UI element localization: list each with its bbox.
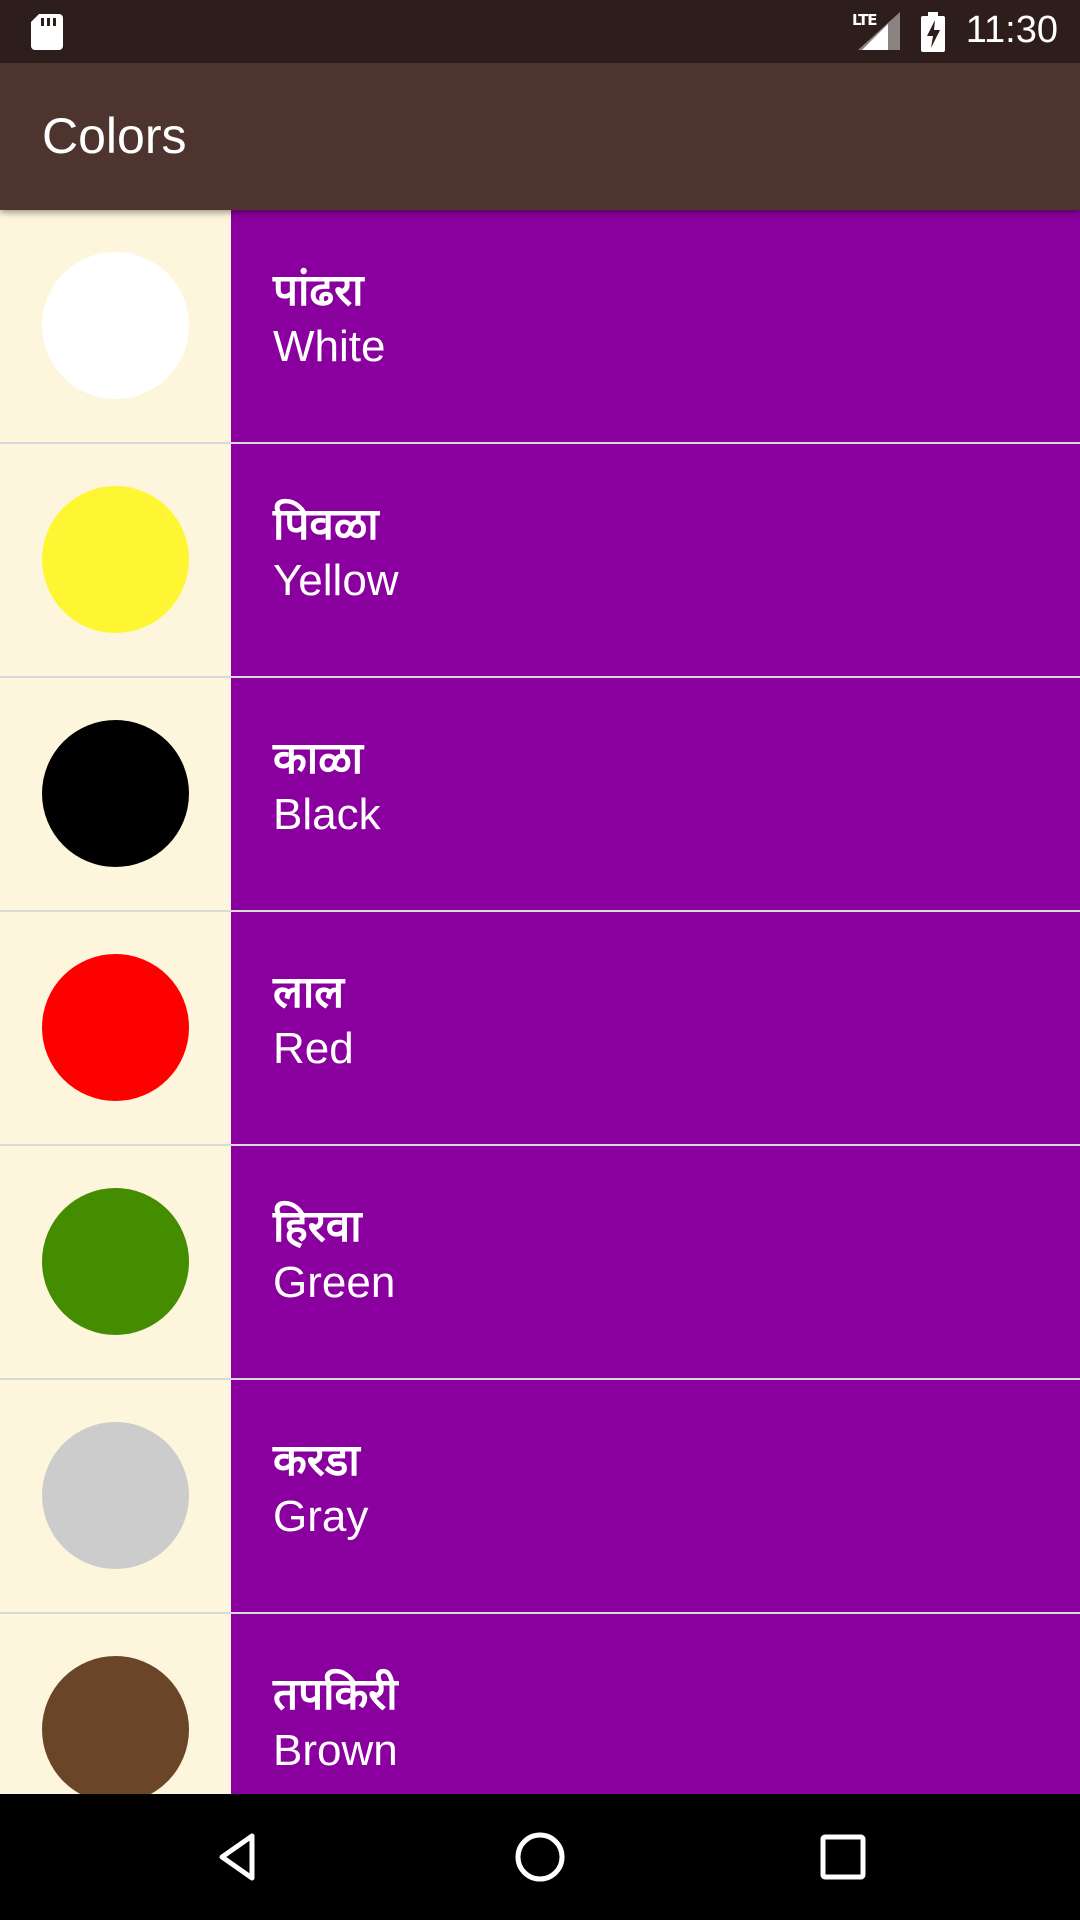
page-title: Colors [42,108,187,164]
list-item-white[interactable]: पांढरा White [0,210,1080,444]
recents-icon[interactable] [810,1824,876,1890]
swatch-cell [0,210,231,442]
text-cell: तपकिरी Brown [231,1614,1080,1794]
english-label: Gray [273,1492,369,1541]
color-list[interactable]: पांढरा White पिवळा Yellow काळा Black लाल… [0,210,1080,1794]
color-swatch [42,1656,189,1794]
english-label: Green [273,1258,396,1307]
marathi-label: काळा [273,733,364,784]
back-icon[interactable] [204,1824,270,1890]
home-icon[interactable] [507,1824,573,1890]
english-label: Red [273,1024,354,1073]
navigation-bar [0,1794,1080,1920]
marathi-label: करडा [273,1435,360,1486]
text-cell: पांढरा White [231,210,1080,442]
clock: 11:30 [965,9,1058,51]
marathi-label: हिरवा [273,1201,362,1252]
text-cell: करडा Gray [231,1380,1080,1612]
signal-icon [858,12,900,50]
swatch-cell [0,1146,231,1378]
marathi-label: पांढरा [273,265,364,316]
list-item-green[interactable]: हिरवा Green [0,1146,1080,1380]
list-item-yellow[interactable]: पिवळा Yellow [0,444,1080,678]
text-cell: हिरवा Green [231,1146,1080,1378]
marathi-label: पिवळा [273,499,379,550]
color-swatch [42,1188,189,1335]
color-swatch [42,252,189,399]
text-cell: काळा Black [231,678,1080,910]
swatch-cell [0,1380,231,1612]
marathi-label: तपकिरी [273,1669,398,1720]
swatch-cell [0,678,231,910]
status-bar: LTE 11:30 [0,0,1080,63]
list-item-red[interactable]: लाल Red [0,912,1080,1146]
text-cell: लाल Red [231,912,1080,1144]
color-swatch [42,954,189,1101]
swatch-cell [0,444,231,676]
text-cell: पिवळा Yellow [231,444,1080,676]
color-swatch [42,720,189,867]
app-bar: Colors [0,63,1080,210]
english-label: White [273,322,386,371]
english-label: Brown [273,1726,398,1775]
swatch-cell [0,1614,231,1794]
sd-card-icon [31,14,63,50]
list-item-black[interactable]: काळा Black [0,678,1080,912]
list-item-gray[interactable]: करडा Gray [0,1380,1080,1614]
english-label: Yellow [273,556,399,605]
color-swatch [42,486,189,633]
color-swatch [42,1422,189,1569]
list-item-brown[interactable]: तपकिरी Brown [0,1614,1080,1794]
english-label: Black [273,790,381,839]
swatch-cell [0,912,231,1144]
battery-charging-icon [921,12,945,52]
marathi-label: लाल [273,967,345,1018]
